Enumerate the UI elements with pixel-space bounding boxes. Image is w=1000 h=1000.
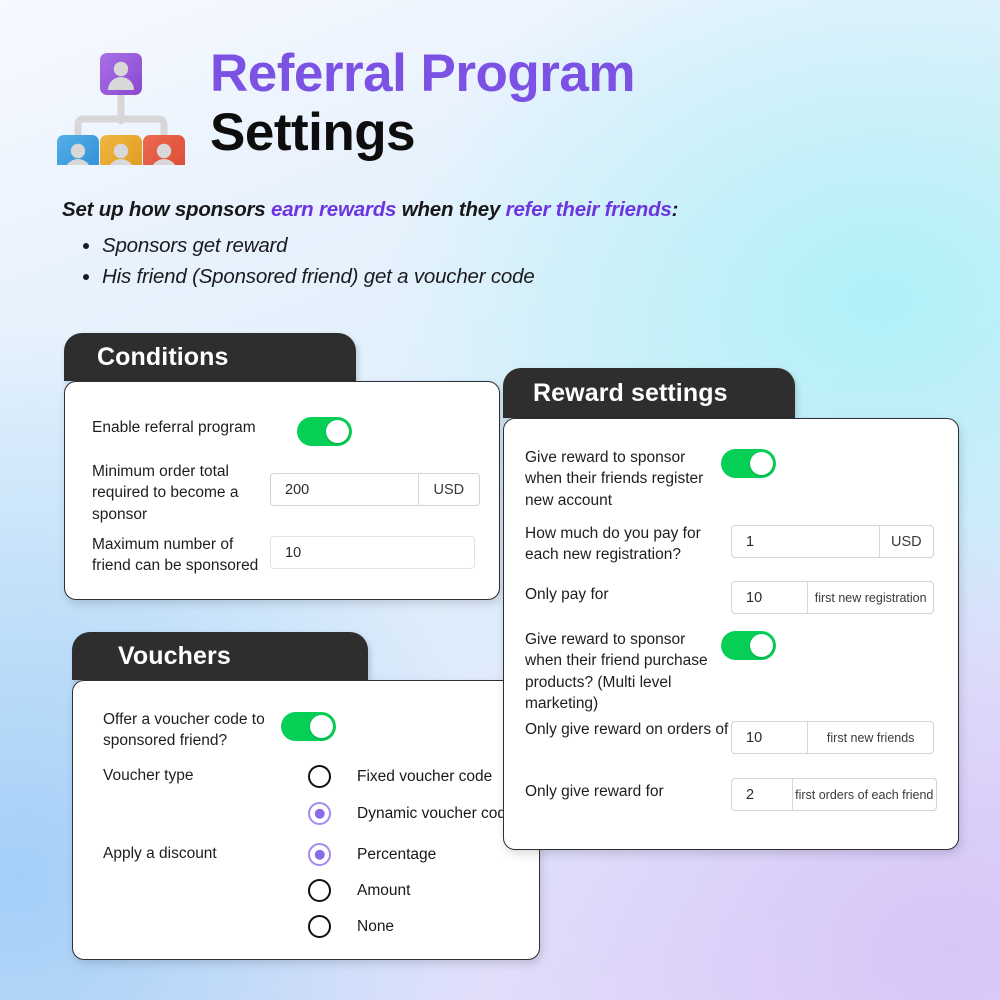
row-maximum-friends: Maximum number of friend can be sponsore…: [92, 534, 499, 577]
conditions-card-body: Enable referral program Minimum order to…: [64, 381, 500, 600]
row-label: How much do you pay for each new registr…: [525, 525, 701, 564]
page-header: Referral Program Settings: [0, 0, 1000, 185]
reward-settings-card-body: Give reward to sponsor when their friend…: [503, 418, 959, 850]
row-label: Enable referral program: [92, 419, 256, 436]
row-label: Only give reward for: [525, 783, 664, 800]
radio-option-dynamic-voucher-code[interactable]: Dynamic voucher code: [308, 802, 515, 825]
row-enable-referral-program: Enable referral program: [92, 417, 492, 446]
row-minimum-order-total: Minimum order total required to become a…: [92, 461, 499, 525]
row-label: Voucher type: [103, 767, 194, 784]
row-label: Give reward to sponsor when their friend…: [525, 449, 704, 509]
only-pay-for-value[interactable]: 10: [732, 582, 807, 613]
conditions-card-title: Conditions: [97, 342, 229, 371]
reward-for-orders-field[interactable]: 2 first orders of each friend: [731, 778, 937, 811]
intro-lead: Set up how sponsors earn rewards when th…: [62, 198, 962, 222]
only-pay-for-suffix: first new registration: [807, 582, 933, 613]
intro-bullet-list: Sponsors get reward His friend (Sponsore…: [62, 230, 962, 292]
enable-referral-program-toggle[interactable]: [297, 417, 352, 446]
list-item: His friend (Sponsored friend) get a vouc…: [62, 261, 962, 292]
reward-on-orders-field[interactable]: 10 first new friends: [731, 721, 934, 754]
radio-option-label: Amount: [357, 881, 411, 899]
row-label: Offer a voucher code to sponsored friend…: [103, 711, 265, 750]
row-reward-for-first-orders: Only give reward for 2 first orders of e…: [525, 778, 958, 811]
row-label: Only pay for: [525, 586, 609, 603]
row-label: Apply a discount: [103, 845, 217, 862]
reward-on-orders-value[interactable]: 10: [732, 722, 807, 753]
row-reward-on-orders-of: Only give reward on orders of 10 first n…: [525, 719, 955, 754]
radio-icon-selected[interactable]: [308, 802, 331, 825]
apply-discount-radio-group: Percentage Amount None: [308, 843, 436, 938]
vouchers-card-title: Vouchers: [118, 641, 231, 670]
radio-option-label: None: [357, 917, 395, 935]
radio-icon-selected[interactable]: [308, 843, 331, 866]
minimum-order-total-field[interactable]: 200 USD: [270, 473, 480, 506]
row-label: Minimum order total required to become a…: [92, 463, 239, 523]
reward-on-purchase-toggle[interactable]: [721, 631, 776, 660]
vouchers-card-body: Offer a voucher code to sponsored friend…: [72, 680, 540, 960]
minimum-order-total-value[interactable]: 200: [271, 474, 418, 505]
row-apply-a-discount: Apply a discount Percentage Amount None: [103, 843, 533, 938]
pay-per-registration-suffix: USD: [878, 526, 933, 557]
intro-lead-part1: Set up how sponsors: [62, 198, 271, 221]
org-hierarchy-people-icon: [57, 53, 185, 165]
reward-for-orders-value[interactable]: 2: [732, 779, 792, 810]
row-label: Maximum number of friend can be sponsore…: [92, 536, 259, 575]
row-only-pay-for: Only pay for 10 first new registration: [525, 581, 955, 614]
radio-option-label: Fixed voucher code: [357, 767, 493, 785]
row-label: Give reward to sponsor when their friend…: [525, 631, 708, 713]
radio-icon[interactable]: [308, 765, 331, 788]
radio-icon[interactable]: [308, 879, 331, 902]
intro-lead-highlight-earn-rewards: earn rewards: [271, 198, 397, 221]
intro-lead-part3: :: [671, 198, 679, 221]
voucher-type-radio-group: Fixed voucher code Dynamic voucher code: [308, 765, 515, 825]
page-title: Referral Program Settings: [210, 44, 636, 163]
intro-lead-highlight-refer-friends: refer their friends: [505, 198, 672, 221]
reward-for-orders-suffix: first orders of each friend: [791, 779, 936, 810]
reward-on-orders-suffix: first new friends: [807, 722, 933, 753]
intro-section: Set up how sponsors earn rewards when th…: [62, 198, 962, 292]
intro-lead-part2: when they: [396, 198, 506, 221]
radio-icon[interactable]: [308, 915, 331, 938]
pay-per-registration-field[interactable]: 1 USD: [731, 525, 934, 558]
row-label: Only give reward on orders of: [525, 721, 729, 738]
offer-voucher-code-toggle[interactable]: [281, 712, 336, 741]
conditions-card-header: Conditions: [64, 333, 356, 381]
maximum-friends-value[interactable]: 10: [271, 537, 474, 568]
row-offer-voucher-code: Offer a voucher code to sponsored friend…: [103, 709, 523, 752]
vouchers-card-header: Vouchers: [72, 632, 368, 680]
pay-per-registration-value[interactable]: 1: [732, 526, 879, 557]
radio-option-percentage[interactable]: Percentage: [308, 843, 436, 866]
radio-option-label: Percentage: [357, 845, 437, 863]
reward-on-register-toggle[interactable]: [721, 449, 776, 478]
maximum-friends-field[interactable]: 10: [270, 536, 475, 569]
reward-settings-card-title: Reward settings: [533, 378, 728, 407]
radio-option-none[interactable]: None: [308, 915, 436, 938]
page-title-line2: Settings: [210, 103, 416, 163]
radio-option-label: Dynamic voucher code: [357, 804, 515, 822]
reward-settings-card-header: Reward settings: [503, 368, 795, 418]
radio-option-amount[interactable]: Amount: [308, 879, 436, 902]
list-item: Sponsors get reward: [62, 230, 962, 261]
row-voucher-type: Voucher type Fixed voucher code Dynamic …: [103, 765, 533, 825]
minimum-order-total-suffix: USD: [417, 474, 479, 505]
radio-option-fixed-voucher-code[interactable]: Fixed voucher code: [308, 765, 515, 788]
only-pay-for-field[interactable]: 10 first new registration: [731, 581, 934, 614]
page-title-line1: Referral Program: [210, 44, 636, 103]
row-reward-on-friend-register: Give reward to sponsor when their friend…: [525, 447, 945, 511]
row-reward-on-friend-purchase: Give reward to sponsor when their friend…: [525, 629, 945, 715]
row-pay-per-registration: How much do you pay for each new registr…: [525, 523, 955, 566]
